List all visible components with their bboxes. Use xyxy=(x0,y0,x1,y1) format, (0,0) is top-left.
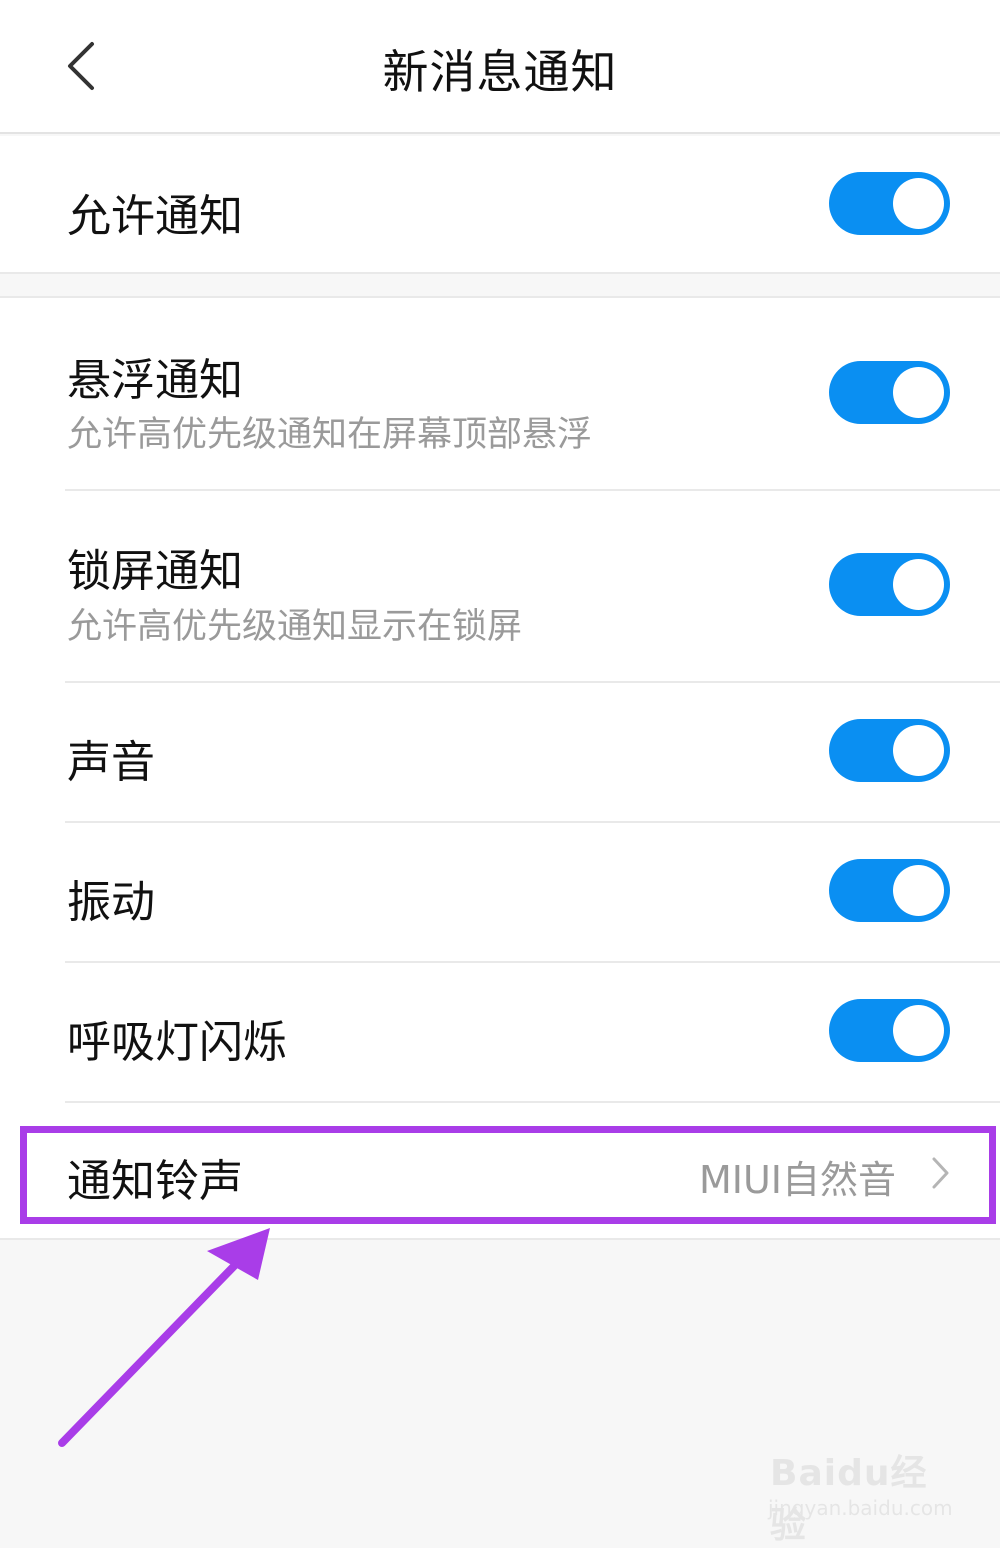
watermark-url: jingyan.baidu.com xyxy=(768,1496,953,1520)
annotation-arrow xyxy=(58,1228,270,1447)
baidu-watermark: Baidu经验 jingyan.baidu.com xyxy=(764,1436,964,1546)
